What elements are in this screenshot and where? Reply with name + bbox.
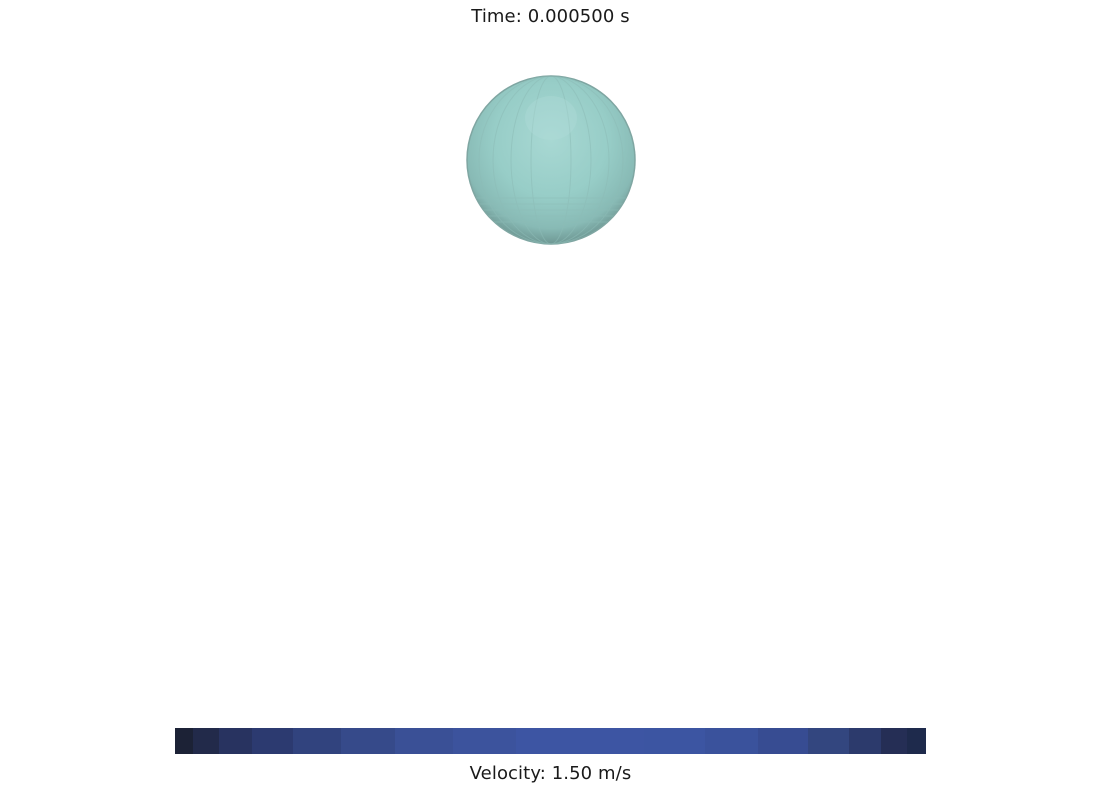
colorbar-segment [193,728,220,754]
colorbar-segment [704,728,759,754]
colorbar-segment [906,728,926,754]
colorbar-segment [341,728,396,754]
colorbar-segment [515,728,645,754]
sphere-object [466,75,636,245]
colorbar-segment [175,728,194,754]
colorbar-segment [880,728,907,754]
render-viewport[interactable] [0,0,1101,720]
velocity-label: Velocity: 1.50 m/s [469,763,632,784]
time-label: Time: 0.000500 s [471,6,630,27]
colorbar-segment [453,728,516,754]
colorbar-segment [252,728,294,754]
colorbar-segment [293,728,342,754]
colorbar-segment [644,728,705,754]
colorbar-segment [758,728,808,754]
colorbar-segment [807,728,849,754]
velocity-colorbar [175,728,926,754]
colorbar-segment [848,728,881,754]
colorbar-segment [395,728,454,754]
colorbar-segment [219,728,253,754]
